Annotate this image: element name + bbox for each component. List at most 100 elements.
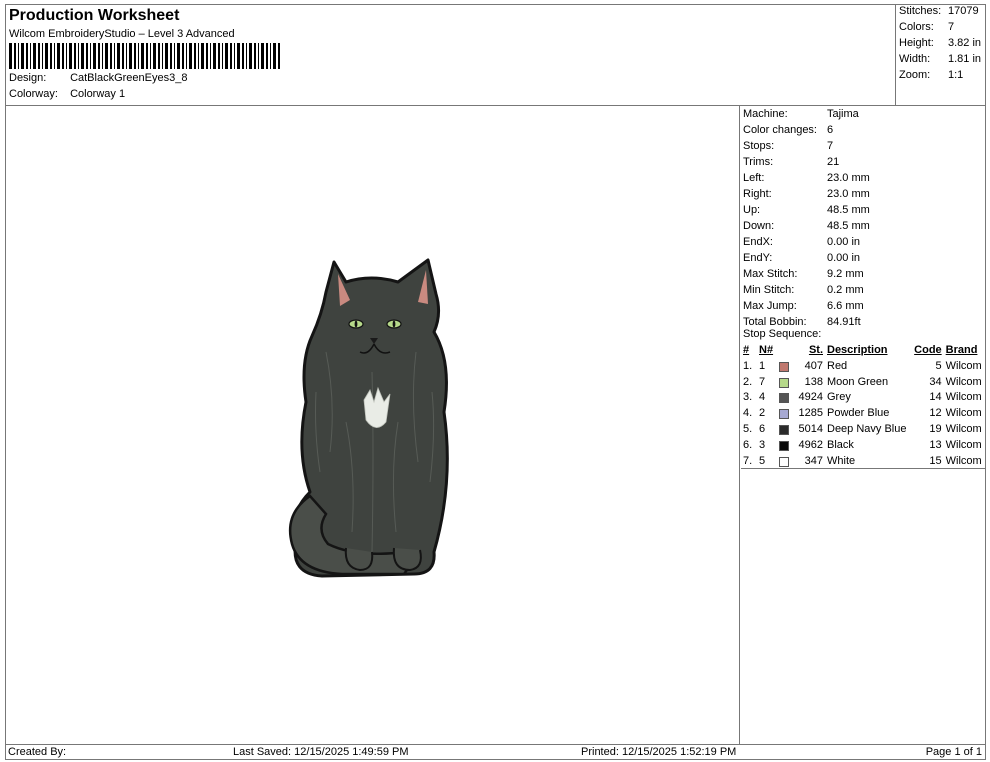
- design-row: Design: CatBlackGreenEyes3_8: [9, 72, 187, 84]
- colorway-row: Colorway: Colorway 1: [9, 88, 125, 100]
- info-row-max-stitch: Max Stitch: 9.2 mm: [743, 268, 864, 280]
- barcode-bar: [273, 43, 276, 69]
- row-needle: 3: [759, 438, 766, 451]
- printed-date: Printed: 12/15/2025 1:52:19 PM: [581, 746, 737, 758]
- worksheet-footer: Created By: Last Saved: 12/15/2025 1:49:…: [6, 744, 985, 759]
- stitches-cell: 407: [777, 358, 825, 374]
- barcode-bar: [114, 43, 115, 69]
- col-description: Description: [827, 344, 888, 356]
- info-value: 0.00 in: [827, 252, 861, 264]
- barcode-bar: [146, 43, 148, 69]
- worksheet-header: Production Worksheet Wilcom EmbroiderySt…: [6, 5, 895, 105]
- stitches-cell: 138: [777, 374, 825, 390]
- barcode-bar: [21, 43, 24, 69]
- barcode-bar: [213, 43, 216, 69]
- info-row-trims: Trims: 21: [743, 156, 839, 168]
- barcode-bar: [225, 43, 228, 69]
- table-divider: [741, 468, 985, 469]
- row-stitches: 5014: [798, 423, 823, 436]
- summary-value: 3.82 in: [948, 37, 982, 49]
- info-label: EndX:: [743, 236, 773, 248]
- barcode-bar: [242, 43, 244, 69]
- row-code: 13: [929, 438, 942, 451]
- info-label: Min Stitch:: [743, 284, 795, 296]
- row-brand: Wilcom: [945, 375, 982, 388]
- color-swatch: [779, 361, 789, 372]
- barcode-bar: [134, 43, 136, 69]
- row-needle: 2: [759, 407, 766, 420]
- cat-embroidery-image: [288, 258, 449, 578]
- info-row-stops: Stops: 7: [743, 140, 833, 152]
- info-label: Right:: [743, 188, 772, 200]
- table-row: 4. 2 1285 Powder Blue 12 Wilcom: [741, 405, 985, 421]
- stitches-cell: 4962: [777, 437, 825, 453]
- barcode-bar: [237, 43, 240, 69]
- barcode-bar: [162, 43, 163, 69]
- design-preview: [6, 106, 740, 744]
- barcode-bar: [222, 43, 223, 69]
- info-label: EndY:: [743, 252, 773, 264]
- info-label: Max Jump:: [743, 300, 797, 312]
- row-needle: 6: [759, 423, 766, 436]
- stitches-cell: 347: [777, 453, 825, 469]
- software-subtitle: Wilcom EmbroideryStudio – Level 3 Advanc…: [9, 28, 235, 40]
- barcode-bar: [69, 43, 72, 69]
- col-stitches: St.: [808, 344, 823, 356]
- col-index: #: [743, 344, 750, 356]
- row-code: 15: [929, 454, 942, 467]
- info-row-endx: EndX: 0.00 in: [743, 236, 860, 248]
- info-value: 48.5 mm: [827, 220, 870, 232]
- barcode-bar: [30, 43, 31, 69]
- info-value: 21: [827, 156, 840, 168]
- info-value: 0.00 in: [827, 236, 861, 248]
- info-label: Machine:: [743, 108, 788, 120]
- row-needle: 5: [759, 454, 766, 467]
- barcode-bar: [138, 43, 139, 69]
- stop-sequence-label: Stop Sequence:: [743, 328, 822, 340]
- barcode-bar: [66, 43, 67, 69]
- color-swatch: [779, 393, 789, 404]
- barcode-bar: [86, 43, 88, 69]
- stop-sequence-table: # N# St. Description Code Brand 1. 1 407 Re…: [741, 342, 985, 469]
- barcode-bar: [38, 43, 40, 69]
- info-value: 84.91ft: [827, 316, 861, 328]
- row-description: Grey: [827, 391, 851, 404]
- barcode-bar: [218, 43, 220, 69]
- row-needle: 7: [759, 375, 766, 388]
- barcode-bar: [201, 43, 204, 69]
- row-description: Moon Green: [827, 375, 889, 388]
- barcode-bar: [98, 43, 100, 69]
- info-row-left: Left: 23.0 mm: [743, 172, 870, 184]
- summary-row-stitches: Stitches: 17079: [899, 5, 979, 17]
- row-index: 2.: [743, 375, 753, 388]
- summary-row-zoom: Zoom: 1:1: [899, 69, 963, 81]
- summary-label: Stitches:: [899, 5, 942, 17]
- info-value: Tajima: [827, 108, 859, 120]
- barcode-bar: [54, 43, 55, 69]
- barcode-bar: [18, 43, 19, 69]
- barcode-bar: [174, 43, 175, 69]
- barcode-bar: [266, 43, 268, 69]
- row-description: White: [827, 454, 856, 467]
- summary-label: Width:: [899, 53, 931, 65]
- row-code: 5: [935, 359, 942, 372]
- info-row-right: Right: 23.0 mm: [743, 188, 870, 200]
- table-row: 2. 7 138 Moon Green 34 Wilcom: [741, 374, 985, 390]
- info-row-endy: EndY: 0.00 in: [743, 252, 860, 264]
- barcode-bar: [33, 43, 36, 69]
- barcode-bar: [249, 43, 252, 69]
- barcode-bar: [158, 43, 160, 69]
- barcode-bar: [81, 43, 84, 69]
- info-value: 23.0 mm: [827, 172, 870, 184]
- color-swatch: [779, 440, 789, 451]
- color-swatch: [779, 377, 789, 388]
- info-label: Total Bobbin:: [743, 316, 807, 328]
- design-value: CatBlackGreenEyes3_8: [70, 72, 188, 84]
- row-description: Powder Blue: [827, 407, 890, 420]
- barcode-bar: [9, 43, 12, 69]
- colorway-label: Colorway:: [9, 88, 58, 100]
- row-index: 7.: [743, 454, 753, 467]
- summary-label: Height:: [899, 37, 934, 49]
- summary-row-height: Height: 3.82 in: [899, 37, 981, 49]
- col-needle: N#: [759, 344, 774, 356]
